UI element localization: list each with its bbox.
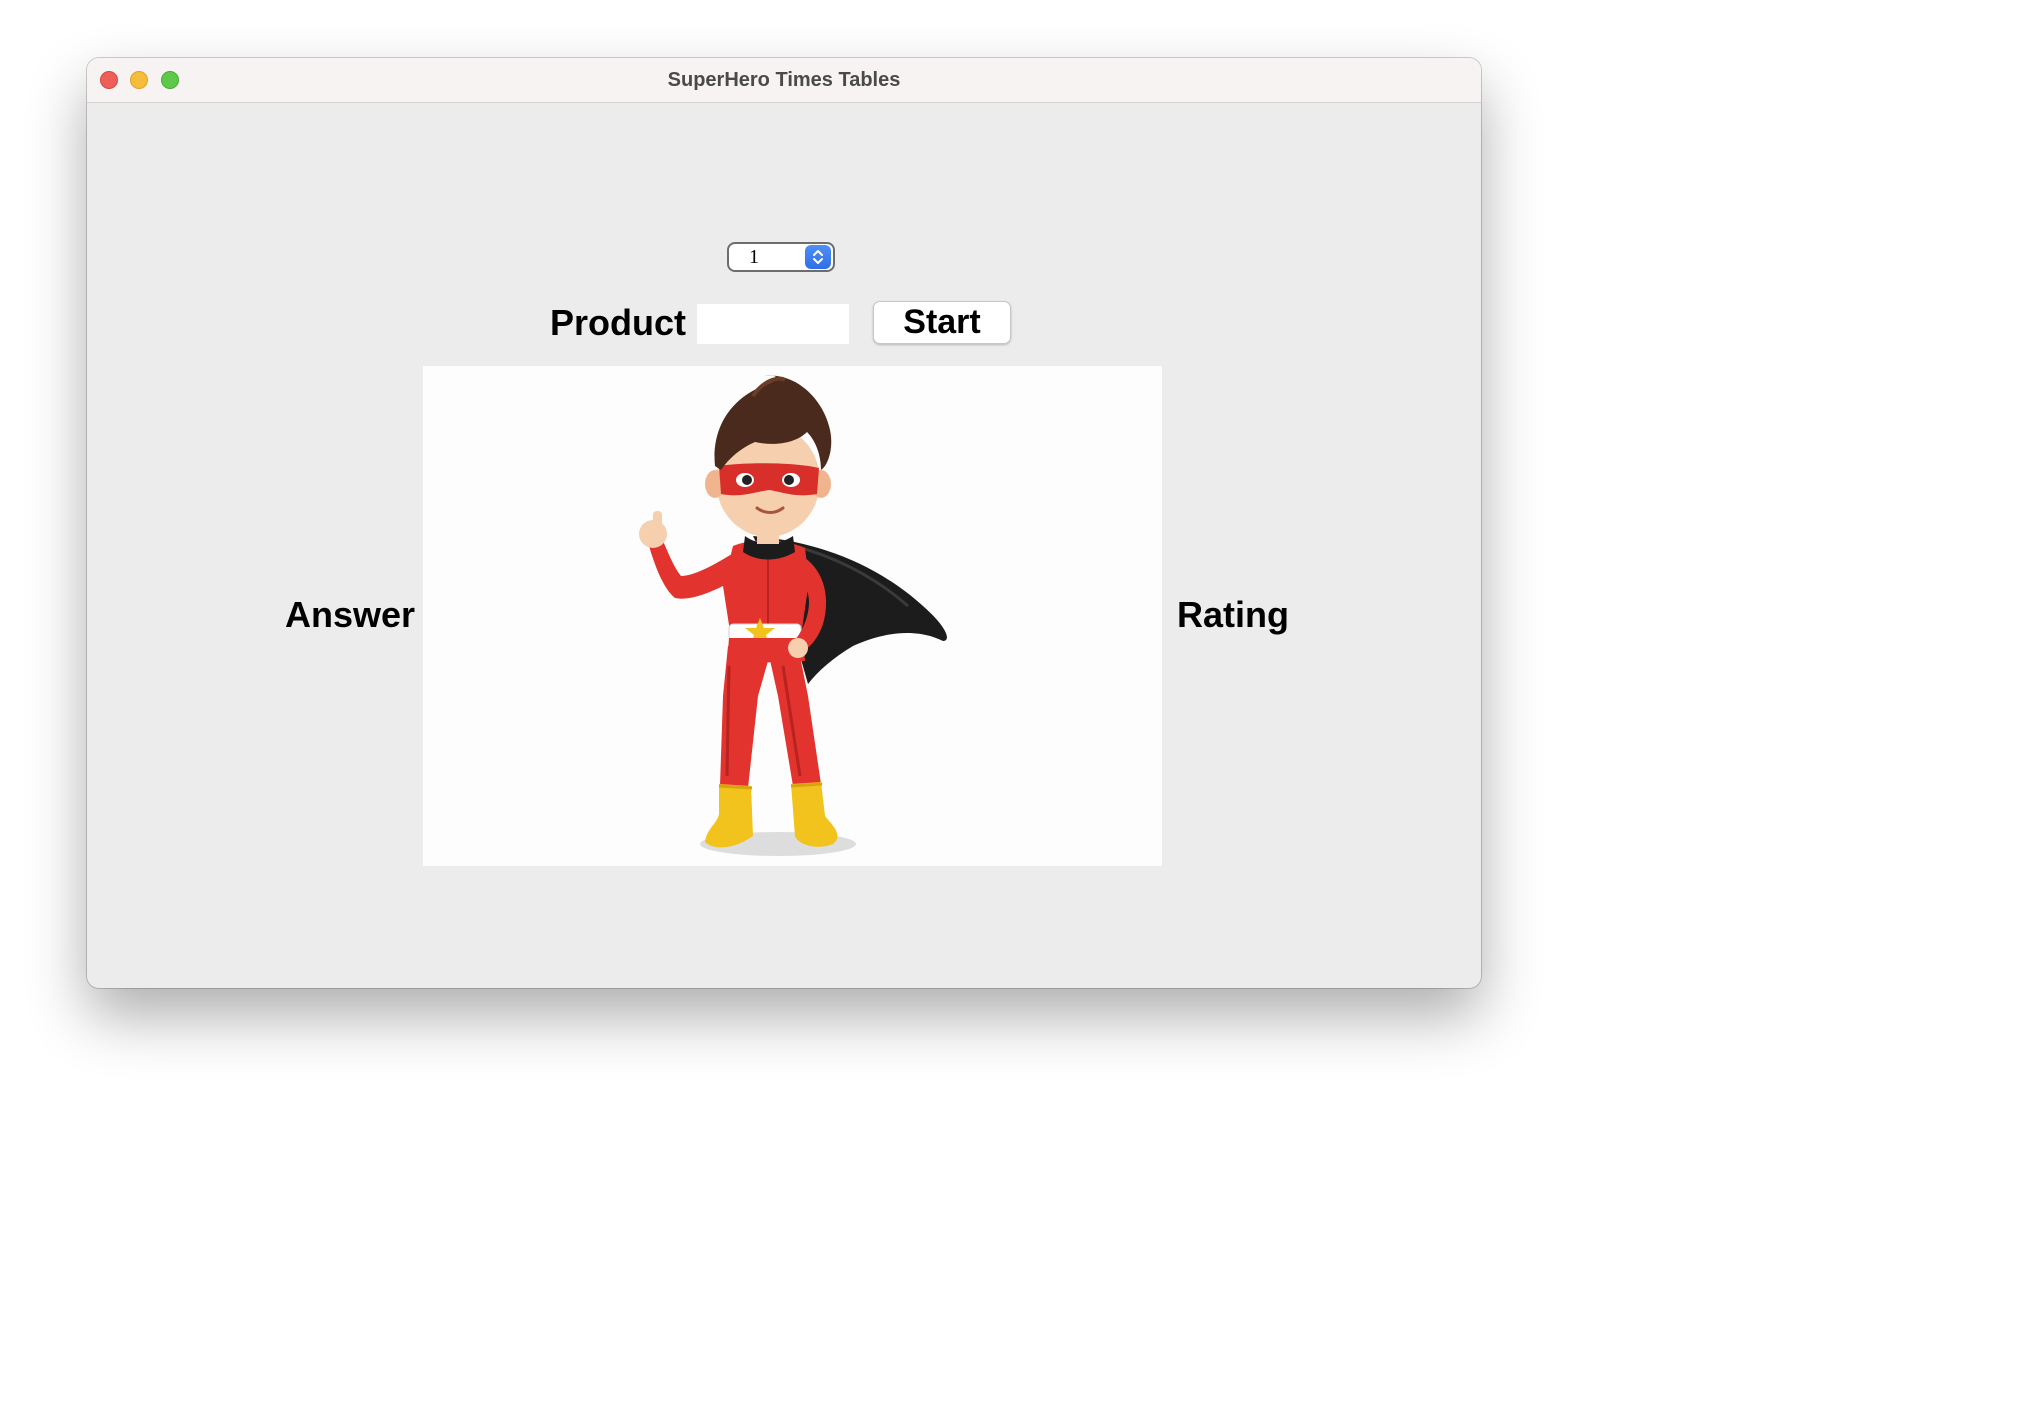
superhero-image	[423, 366, 1162, 866]
app-window: SuperHero Times Tables 1 Product Start A…	[87, 58, 1481, 988]
stepper-value: 1	[749, 246, 759, 268]
product-label: Product	[550, 302, 687, 343]
stepper-arrows[interactable]	[805, 245, 831, 269]
up-down-chevron-icon	[813, 250, 823, 264]
product-input[interactable]	[697, 304, 849, 344]
window-title: SuperHero Times Tables	[667, 69, 901, 91]
superhero-illustration	[639, 375, 947, 856]
start-button[interactable]: Start	[873, 301, 1011, 344]
answer-label: Answer	[285, 594, 416, 635]
title-bar: SuperHero Times Tables	[87, 58, 1481, 103]
times-table-stepper[interactable]: 1	[727, 242, 835, 272]
rating-label: Rating	[1177, 594, 1289, 635]
